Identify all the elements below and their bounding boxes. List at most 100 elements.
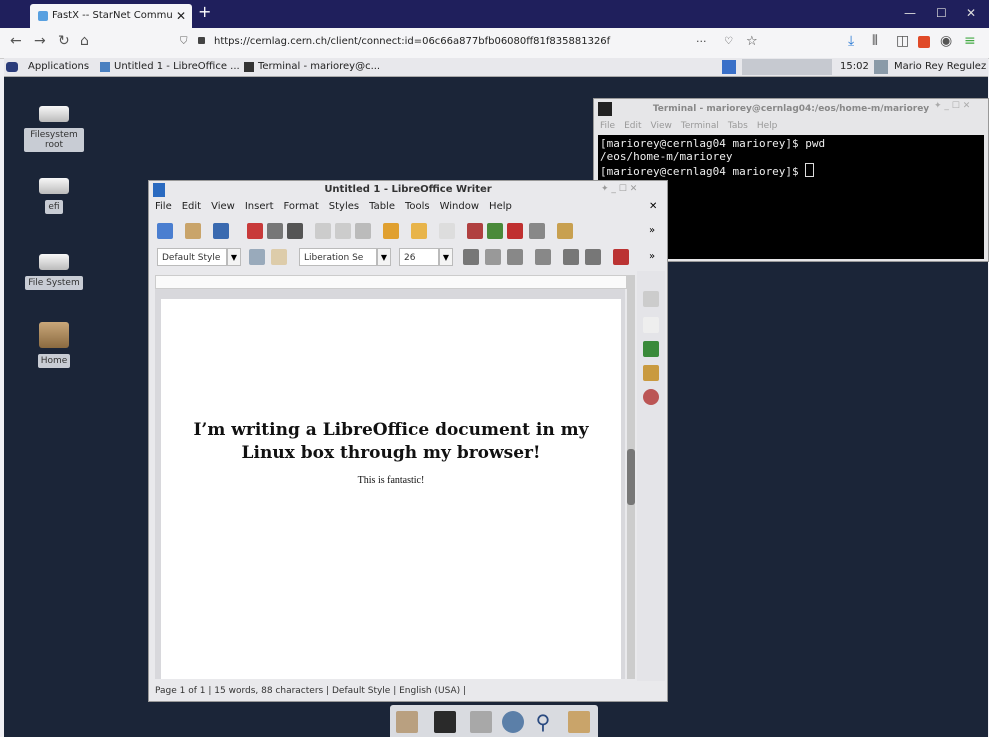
writer-title[interactable]: Untitled 1 - LibreOffice Writer [149, 181, 667, 199]
scrollbar-thumb[interactable] [627, 449, 635, 505]
workspace-switcher-icon[interactable] [722, 60, 736, 74]
menu-format[interactable]: Format [284, 201, 319, 212]
terminal-title[interactable]: Terminal - mariorey@cernlag04:/eos/home-… [594, 99, 988, 119]
status-page[interactable]: Page 1 of 1 [155, 686, 206, 696]
home-icon[interactable]: ⌂ [80, 33, 89, 49]
workspace-pager[interactable] [742, 59, 832, 75]
bold-icon[interactable] [463, 249, 479, 265]
font-name-dropdown[interactable]: ▼ [377, 248, 391, 266]
find-replace-icon[interactable] [467, 223, 483, 239]
more-formatting-icon[interactable]: » [649, 251, 655, 262]
sidebar-icon[interactable]: ◫ [896, 33, 909, 49]
status-page-style[interactable]: Default Style [332, 686, 390, 696]
insert-image-icon[interactable] [557, 223, 573, 239]
menu-tools[interactable]: Tools [405, 201, 430, 212]
terminal-menu-help[interactable]: Help [757, 121, 778, 131]
writer-window-controls[interactable]: ✦ _ ☐ ✕ [601, 184, 637, 194]
menu-window[interactable]: Window [440, 201, 479, 212]
copy-icon[interactable] [335, 223, 351, 239]
menu-edit[interactable]: Edit [182, 201, 201, 212]
terminal-menu-edit[interactable]: Edit [624, 121, 641, 131]
update-style-icon[interactable] [249, 249, 265, 265]
navigator-icon[interactable] [643, 389, 659, 405]
italic-icon[interactable] [485, 249, 501, 265]
reload-icon[interactable]: ↻ [58, 33, 70, 49]
close-tab-icon[interactable]: ✕ [176, 4, 186, 28]
close-window-icon[interactable]: ✕ [966, 6, 976, 20]
menu-view[interactable]: View [211, 201, 235, 212]
redo-icon[interactable] [439, 223, 455, 239]
status-language[interactable]: English (USA) [399, 686, 460, 696]
panel-clock[interactable]: 15:02 [840, 58, 869, 76]
desktop-icon-efi[interactable]: efi [24, 178, 84, 214]
open-icon[interactable] [185, 223, 201, 239]
terminal-menu-view[interactable]: View [651, 121, 672, 131]
underline-icon[interactable] [507, 249, 523, 265]
gallery-icon[interactable] [643, 365, 659, 381]
page-actions-icon[interactable]: ··· [696, 31, 707, 53]
back-icon[interactable]: ← [10, 33, 22, 49]
spellcheck-icon[interactable] [487, 223, 503, 239]
folder-launcher-icon[interactable] [568, 711, 590, 733]
undo-icon[interactable] [411, 223, 427, 239]
menu-table[interactable]: Table [369, 201, 395, 212]
url-text[interactable]: https://cernlag.cern.ch/client/connect:i… [214, 31, 610, 53]
terminal-menu-terminal[interactable]: Terminal [681, 121, 719, 131]
applications-menu-icon[interactable] [6, 62, 18, 72]
maximize-icon[interactable]: ☐ [936, 6, 947, 20]
menu-file[interactable]: File [155, 201, 172, 212]
forward-icon[interactable]: → [34, 33, 46, 49]
desktop-icon-home[interactable]: Home [24, 322, 84, 368]
browser-tab[interactable]: FastX -- StarNet Communications ✕ [30, 4, 192, 28]
taskbar-terminal[interactable]: Terminal - mariorey@c... [258, 58, 380, 76]
status-word-count[interactable]: 15 words, 88 characters [214, 686, 323, 696]
cut-icon[interactable] [315, 223, 331, 239]
new-style-icon[interactable] [271, 249, 287, 265]
terminal-window-controls[interactable]: ✦ _ ☐ ✕ [934, 101, 970, 111]
font-size-combo[interactable]: 26 [399, 248, 439, 266]
print-icon[interactable] [267, 223, 283, 239]
new-document-icon[interactable] [157, 223, 173, 239]
taskbar-writer[interactable]: Untitled 1 - LibreOffice ... [114, 58, 240, 76]
lock-icon[interactable] [198, 37, 205, 44]
menu-icon[interactable]: ≡ [964, 33, 976, 49]
menu-styles[interactable]: Styles [329, 201, 359, 212]
clone-formatting-icon[interactable] [383, 223, 399, 239]
bookmark-star-icon[interactable]: ☆ [746, 31, 758, 53]
library-icon[interactable]: ⫴ [872, 33, 878, 49]
menu-help[interactable]: Help [489, 201, 512, 212]
paragraph-style-dropdown[interactable]: ▼ [227, 248, 241, 266]
new-tab-button[interactable]: + [198, 2, 211, 21]
desktop-icon-file-system[interactable]: File System [24, 254, 84, 290]
menu-insert[interactable]: Insert [245, 201, 274, 212]
paste-icon[interactable] [355, 223, 371, 239]
strikethrough-icon[interactable] [535, 249, 551, 265]
web-browser-launcher-icon[interactable] [502, 711, 524, 733]
document-page[interactable]: I’m writing a LibreOffice document in my… [161, 299, 621, 679]
tracking-shield-icon[interactable]: ⛉ [180, 31, 188, 53]
subscript-icon[interactable] [585, 249, 601, 265]
insert-table-icon[interactable] [529, 223, 545, 239]
properties-icon[interactable] [643, 291, 659, 307]
terminal-launcher-icon[interactable] [434, 711, 456, 733]
print-preview-icon[interactable] [287, 223, 303, 239]
show-desktop-icon[interactable] [396, 711, 418, 733]
clear-formatting-icon[interactable] [613, 249, 629, 265]
page-icon[interactable] [643, 317, 659, 333]
font-size-dropdown[interactable]: ▼ [439, 248, 453, 266]
paragraph-style-combo[interactable]: Default Style [157, 248, 227, 266]
applications-menu[interactable]: Applications [28, 58, 89, 76]
horizontal-ruler[interactable] [155, 275, 627, 289]
minimize-icon[interactable]: — [904, 6, 916, 20]
terminal-menu-file[interactable]: File [600, 121, 615, 131]
styles-icon[interactable] [643, 341, 659, 357]
extension-icon[interactable] [918, 36, 930, 48]
search-launcher-icon[interactable]: ⚲ [532, 711, 554, 733]
superscript-icon[interactable] [563, 249, 579, 265]
export-pdf-icon[interactable] [247, 223, 263, 239]
document-heading[interactable]: I’m writing a LibreOffice document in my… [181, 419, 601, 465]
url-bar[interactable]: ⛉ https://cernlag.cern.ch/client/connect… [168, 31, 788, 53]
panel-username[interactable]: Mario Rey Regulez [894, 58, 986, 76]
desktop-icon-filesystem-root[interactable]: Filesystem root [24, 106, 84, 152]
account-icon[interactable]: ◉ [940, 33, 952, 49]
